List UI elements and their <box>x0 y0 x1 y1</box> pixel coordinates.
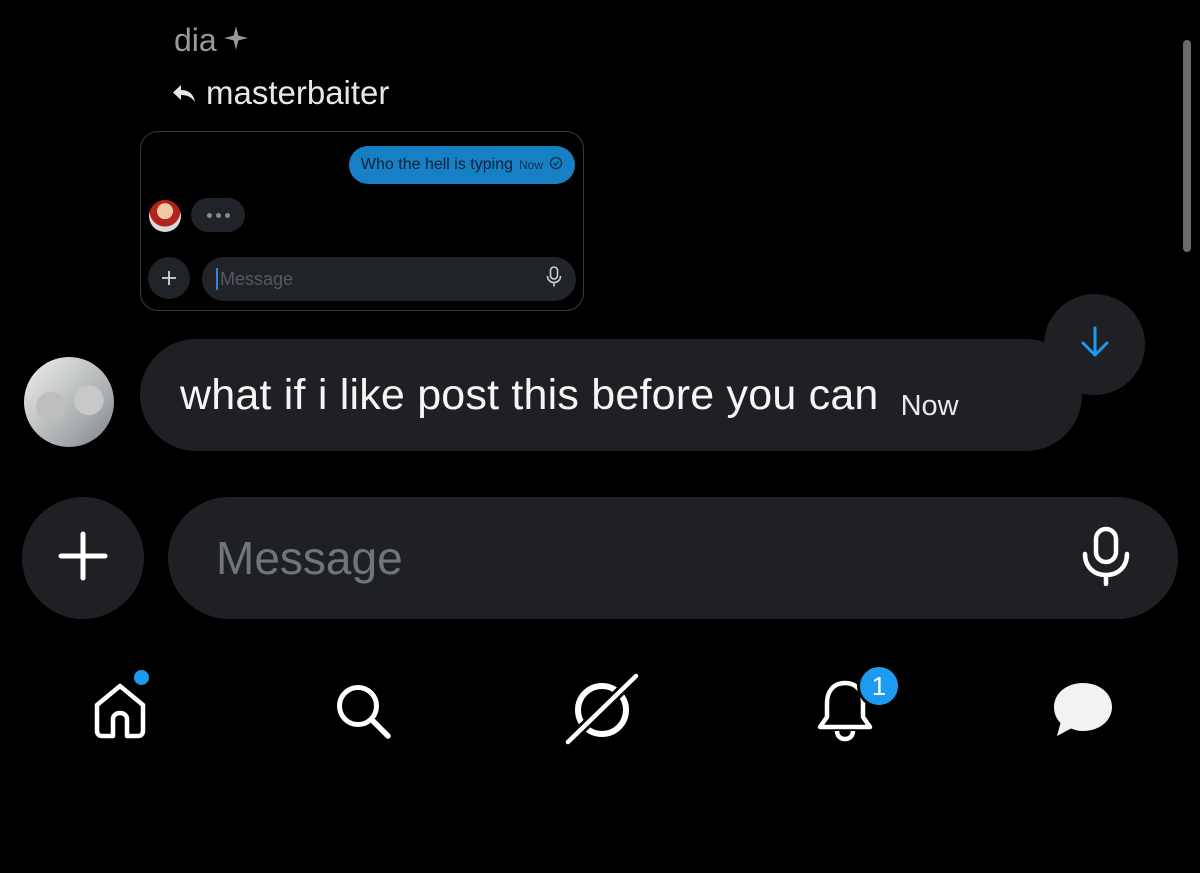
message-bubble[interactable]: what if i like post this before you can … <box>140 339 1082 451</box>
nav-search[interactable] <box>322 672 402 752</box>
attached-screenshot[interactable]: Who the hell is typing Now Message <box>140 131 584 311</box>
screenshot-message-input: Message <box>202 257 576 301</box>
nav-home[interactable] <box>80 670 160 752</box>
screenshot-input-placeholder: Message <box>220 268 294 289</box>
nav-messages[interactable] <box>1043 672 1123 752</box>
typing-indicator <box>191 198 245 232</box>
sparkle-icon <box>223 22 249 59</box>
home-icon <box>89 679 151 746</box>
sender-header: dia <box>174 22 249 59</box>
screenshot-bubble-time: Now <box>518 158 543 172</box>
screenshot-mic-icon <box>546 265 562 293</box>
messages-icon <box>1051 680 1115 745</box>
notifications-badge: 1 <box>857 664 901 708</box>
message-input[interactable]: Message <box>168 497 1178 619</box>
reply-arrow-icon <box>172 74 196 112</box>
screenshot-bubble-text: Who the hell is typing <box>360 156 513 173</box>
plus-icon <box>58 531 108 586</box>
reply-context[interactable]: masterbaiter <box>172 74 389 112</box>
screenshot-sent-bubble: Who the hell is typing Now <box>348 146 575 184</box>
arrow-down-icon <box>1079 325 1111 364</box>
message-input-placeholder: Message <box>216 532 403 584</box>
nav-notifications[interactable]: 1 <box>805 664 901 752</box>
screenshot-avatar <box>149 200 181 232</box>
microphone-icon[interactable] <box>1080 526 1132 591</box>
screenshot-plus-icon <box>148 257 190 299</box>
search-icon <box>331 679 393 746</box>
message-time: Now <box>900 389 959 422</box>
check-circle-icon <box>549 156 563 175</box>
home-unread-dot <box>134 670 149 685</box>
sender-name: dia <box>174 22 217 58</box>
grok-icon <box>562 670 642 755</box>
reply-to-name: masterbaiter <box>206 74 390 111</box>
sender-avatar[interactable] <box>24 357 114 447</box>
add-attachment-button[interactable] <box>22 497 144 619</box>
nav-grok[interactable] <box>562 670 642 755</box>
scrollbar-thumb[interactable] <box>1183 40 1191 252</box>
message-text: what if i like post this before you can <box>180 370 879 419</box>
